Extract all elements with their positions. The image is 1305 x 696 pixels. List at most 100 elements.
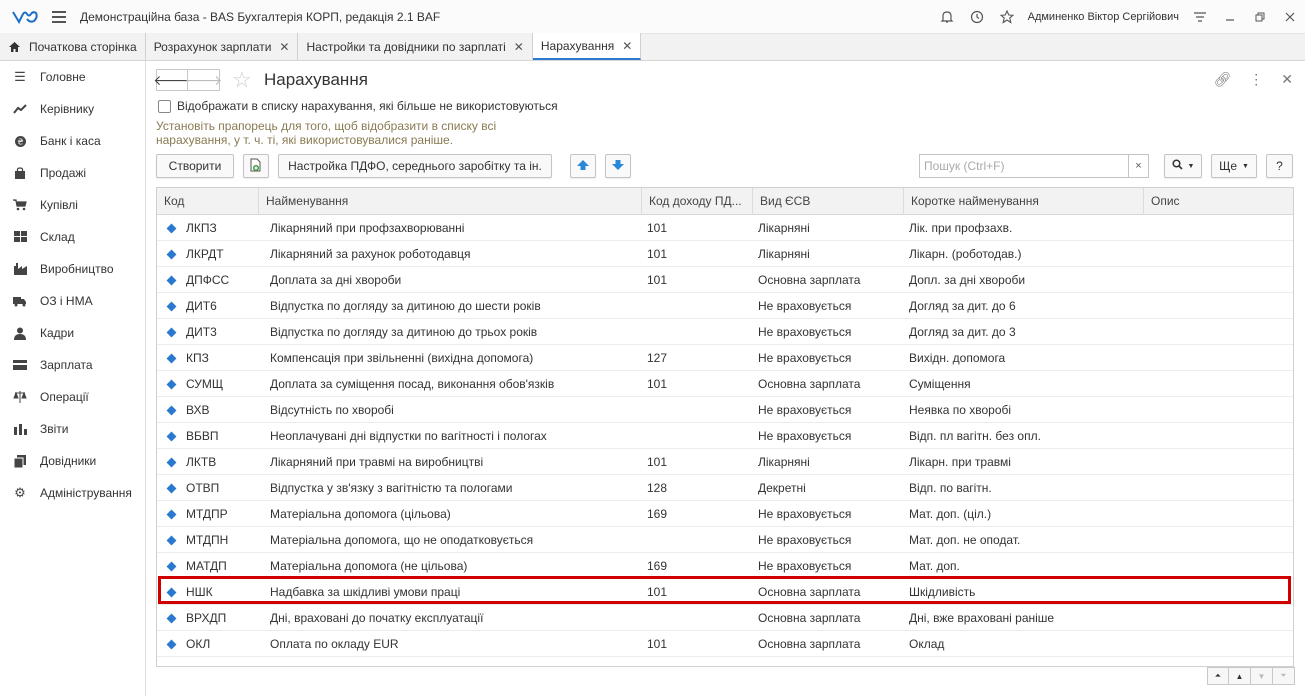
current-user[interactable]: Админенко Віктор Сергійович bbox=[1028, 11, 1179, 23]
pdfo-settings-button[interactable]: Настройка ПДФО, середнього заробітку та … bbox=[278, 154, 552, 178]
cell-esv-type: Лікарняні bbox=[758, 455, 810, 469]
table-row[interactable]: СУМЩ Доплата за суміщення посад, виконанн… bbox=[157, 371, 1293, 397]
clear-search-icon[interactable]: × bbox=[1128, 155, 1148, 177]
table-row[interactable]: МТДПН Матеріальна допомога, що не оподатк… bbox=[157, 527, 1293, 553]
sidebar-item-sales[interactable]: Продажі bbox=[0, 157, 145, 189]
close-tab-icon[interactable]: ✕ bbox=[622, 39, 632, 53]
open-tabs-bar: Початкова сторінка Розрахунок зарплати ✕… bbox=[0, 33, 1305, 61]
sidebar-item-admin[interactable]: ⚙ Адміністрування bbox=[0, 477, 145, 509]
table-row[interactable]: ДИТ6 Відпустка по догляду за дитиною до ш… bbox=[157, 293, 1293, 319]
sidebar-item-label: Звіти bbox=[40, 422, 69, 436]
settings-lines-icon[interactable] bbox=[1185, 0, 1215, 34]
sidebar-item-catalogs[interactable]: Довідники bbox=[0, 445, 145, 477]
tab-salary-calc[interactable]: Розрахунок зарплати ✕ bbox=[145, 33, 299, 60]
checkbox-box[interactable] bbox=[158, 99, 171, 113]
gear-icon: ⚙ bbox=[14, 485, 26, 500]
table-row[interactable]: КПЗ Компенсація при звільненні (вихідна д… bbox=[157, 345, 1293, 371]
cell-short-name: Лікарн. (роботодав.) bbox=[909, 247, 1022, 261]
table-row[interactable]: ОТВП Відпустка у зв'язку з вагітністю та … bbox=[157, 475, 1293, 501]
search-input[interactable]: Пошук (Ctrl+F) × bbox=[919, 154, 1149, 178]
bell-icon[interactable] bbox=[932, 0, 962, 34]
move-up-button[interactable] bbox=[570, 154, 596, 178]
table-row[interactable]: ОКЛ Оплата по окладу EUR 101 Основна зарпла… bbox=[157, 631, 1293, 657]
move-down-button[interactable] bbox=[605, 154, 631, 178]
accrual-item-icon bbox=[166, 457, 177, 468]
truck-icon bbox=[12, 293, 28, 309]
accrual-item-icon bbox=[166, 275, 177, 286]
accrual-item-icon bbox=[166, 353, 177, 364]
cell-code: ВРХДП bbox=[186, 611, 227, 625]
table-navigation: ⏶ ▲ ▼ ⏷ bbox=[1207, 667, 1295, 685]
cell-name: Матеріальна допомога (цільова) bbox=[270, 507, 451, 521]
table-row[interactable]: ВБВП Неоплачувані дні відпустки по вагітн… bbox=[157, 423, 1293, 449]
table-row[interactable]: ЛКПЗ Лікарняний при профзахворюванні 101 Лі… bbox=[157, 215, 1293, 241]
table-row[interactable]: МТДПР Матеріальна допомога (цільова) 169 Не… bbox=[157, 501, 1293, 527]
accrual-item-icon bbox=[166, 639, 177, 650]
col-header-esv-type[interactable]: Вид ЄСВ bbox=[752, 188, 903, 215]
close-tab-icon[interactable]: ✕ bbox=[279, 40, 289, 54]
table-row[interactable]: ДИТ3 Відпустка по догляду за дитиною до т… bbox=[157, 319, 1293, 345]
create-button[interactable]: Створити bbox=[156, 154, 234, 178]
help-button[interactable]: ? bbox=[1266, 154, 1293, 178]
sidebar-item-assets[interactable]: ОЗ і НМА bbox=[0, 285, 145, 317]
sidebar-item-operations[interactable]: Операції bbox=[0, 381, 145, 413]
cell-name: Оплата по окладу EUR bbox=[270, 637, 399, 651]
copy-button[interactable] bbox=[243, 154, 269, 178]
col-header-code[interactable]: Код bbox=[157, 188, 258, 215]
col-header-short-name[interactable]: Коротке найменування bbox=[903, 188, 1143, 215]
sidebar-item-manager[interactable]: Керівнику bbox=[0, 93, 145, 125]
table-row[interactable]: ДПФСС Доплата за дні хвороби 101 Основна за… bbox=[157, 267, 1293, 293]
forward-button[interactable]: 🡒 bbox=[185, 69, 222, 91]
sidebar-item-bank[interactable]: ₴ Банк і каса bbox=[0, 125, 145, 157]
page-title: Нарахування bbox=[264, 70, 368, 89]
accrual-item-icon bbox=[166, 483, 177, 494]
restore-icon[interactable] bbox=[1245, 0, 1275, 34]
favorites-star-icon[interactable] bbox=[992, 0, 1022, 34]
tab-label: Настройки та довідники по зарплаті bbox=[306, 39, 506, 54]
more-vert-icon[interactable]: ⋮ bbox=[1249, 71, 1263, 88]
more-button[interactable]: Ще ▼ bbox=[1211, 154, 1257, 178]
sidebar-item-salary[interactable]: Зарплата bbox=[0, 349, 145, 381]
sidebar-item-purchases[interactable]: Купівлі bbox=[0, 189, 145, 221]
more-label: Ще bbox=[1219, 159, 1237, 173]
col-header-name[interactable]: Найменування bbox=[258, 188, 641, 215]
sidebar-item-hr[interactable]: Кадри bbox=[0, 317, 145, 349]
link-icon[interactable]: 🔗︎ bbox=[1213, 71, 1231, 88]
table-row[interactable]: ЛКТВ Лікарняний при травмі на виробництві… bbox=[157, 449, 1293, 475]
history-icon[interactable] bbox=[962, 0, 992, 34]
table-row[interactable]: ВРХДП Дні, враховані до початку експлуата… bbox=[157, 605, 1293, 631]
close-window-icon[interactable] bbox=[1275, 0, 1305, 34]
table-row[interactable]: ЛКРДТ Лікарняний за рахунок роботодавця 10… bbox=[157, 241, 1293, 267]
next-page-button[interactable]: ▼ bbox=[1251, 667, 1273, 685]
cell-income-code: 101 bbox=[647, 455, 668, 469]
cell-income-code: 101 bbox=[647, 377, 668, 391]
last-page-button[interactable]: ⏷ bbox=[1273, 667, 1295, 685]
show-unused-checkbox[interactable]: Відображати в списку нарахування, які бі… bbox=[158, 99, 558, 113]
first-page-button[interactable]: ⏶ bbox=[1207, 667, 1229, 685]
prev-page-button[interactable]: ▲ bbox=[1229, 667, 1251, 685]
sidebar-item-production[interactable]: Виробництво bbox=[0, 253, 145, 285]
search-button[interactable]: ▼ bbox=[1164, 154, 1202, 178]
col-header-income-code[interactable]: Код доходу ПД... bbox=[641, 188, 752, 215]
chevron-down-icon: ▼ bbox=[1187, 162, 1195, 170]
trend-icon bbox=[12, 101, 28, 117]
favorite-star-icon[interactable]: ☆ bbox=[232, 67, 252, 93]
sidebar-item-warehouse[interactable]: Склад bbox=[0, 221, 145, 253]
table-row[interactable]: ВХВ Відсутність по хворобі Не враховується… bbox=[157, 397, 1293, 423]
sidebar-item-main[interactable]: ☰ Головне bbox=[0, 61, 145, 93]
tab-accruals[interactable]: Нарахування ✕ bbox=[532, 33, 642, 60]
back-button[interactable]: 🡐 bbox=[153, 69, 191, 91]
close-form-icon[interactable]: ✕ bbox=[1281, 71, 1293, 88]
col-header-description[interactable]: Опис bbox=[1143, 188, 1293, 215]
main-menu-icon[interactable] bbox=[52, 10, 66, 23]
cell-esv-type: Лікарняні bbox=[758, 247, 810, 261]
minimize-icon[interactable] bbox=[1215, 0, 1245, 34]
tab-home[interactable]: Початкова сторінка bbox=[0, 33, 146, 60]
close-tab-icon[interactable]: ✕ bbox=[514, 40, 524, 54]
sidebar-item-reports[interactable]: Звіти bbox=[0, 413, 145, 445]
cell-description bbox=[1150, 631, 1293, 657]
cell-code: ЛКТВ bbox=[186, 455, 217, 469]
cell-name: Доплата за дні хвороби bbox=[270, 273, 402, 287]
cell-code: МТДПР bbox=[186, 507, 228, 521]
tab-salary-settings[interactable]: Настройки та довідники по зарплаті ✕ bbox=[298, 33, 533, 60]
